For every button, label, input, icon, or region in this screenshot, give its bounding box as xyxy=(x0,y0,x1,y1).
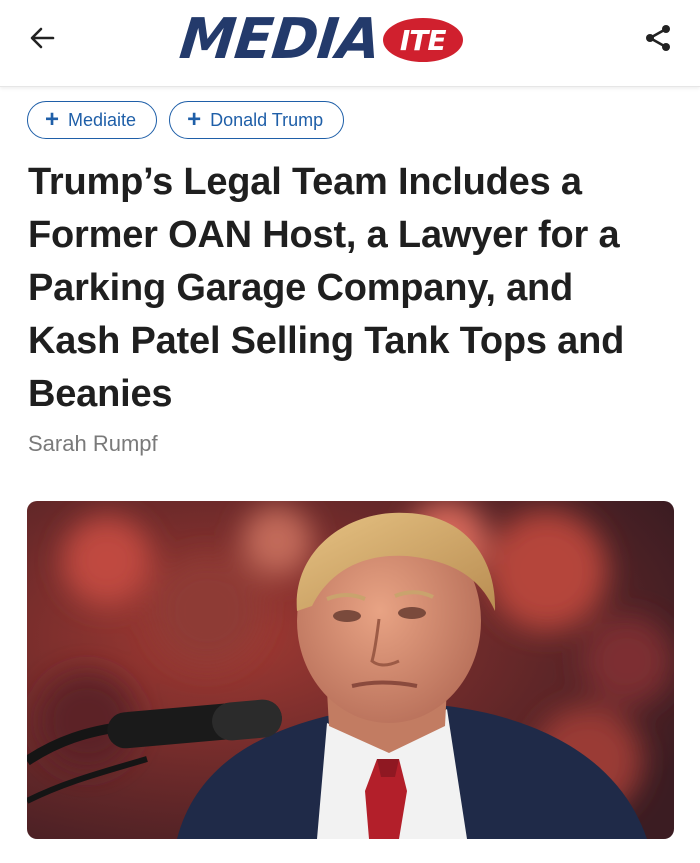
share-icon xyxy=(646,25,670,51)
mediaite-logo[interactable]: MEDIA ITE xyxy=(176,7,525,72)
article-hero-image[interactable] xyxy=(27,501,674,839)
tag-label: Donald Trump xyxy=(210,109,324,130)
follow-tag-mediaite[interactable]: + Mediaite xyxy=(27,101,158,139)
share-button[interactable] xyxy=(638,18,678,58)
back-button[interactable] xyxy=(22,18,62,58)
hero-photo xyxy=(27,501,674,839)
follow-tag-donald-trump[interactable]: + Donald Trump xyxy=(169,101,345,139)
plus-icon: + xyxy=(45,106,60,133)
article-author[interactable]: Sarah Rumpf xyxy=(28,431,158,457)
app-header: MEDIA ITE xyxy=(0,0,700,87)
logo-badge-text: ITE xyxy=(399,23,447,57)
logo-wordmark: MEDIA xyxy=(176,7,384,72)
arrow-left-icon xyxy=(30,27,55,49)
plus-icon: + xyxy=(187,106,202,133)
logo-badge: ITE xyxy=(382,17,464,63)
tag-label: Mediaite xyxy=(68,109,137,130)
article-headline: Trump’s Legal Team Includes a Former OAN… xyxy=(28,161,625,415)
topic-tags: + Mediaite + Donald Trump xyxy=(27,101,345,139)
